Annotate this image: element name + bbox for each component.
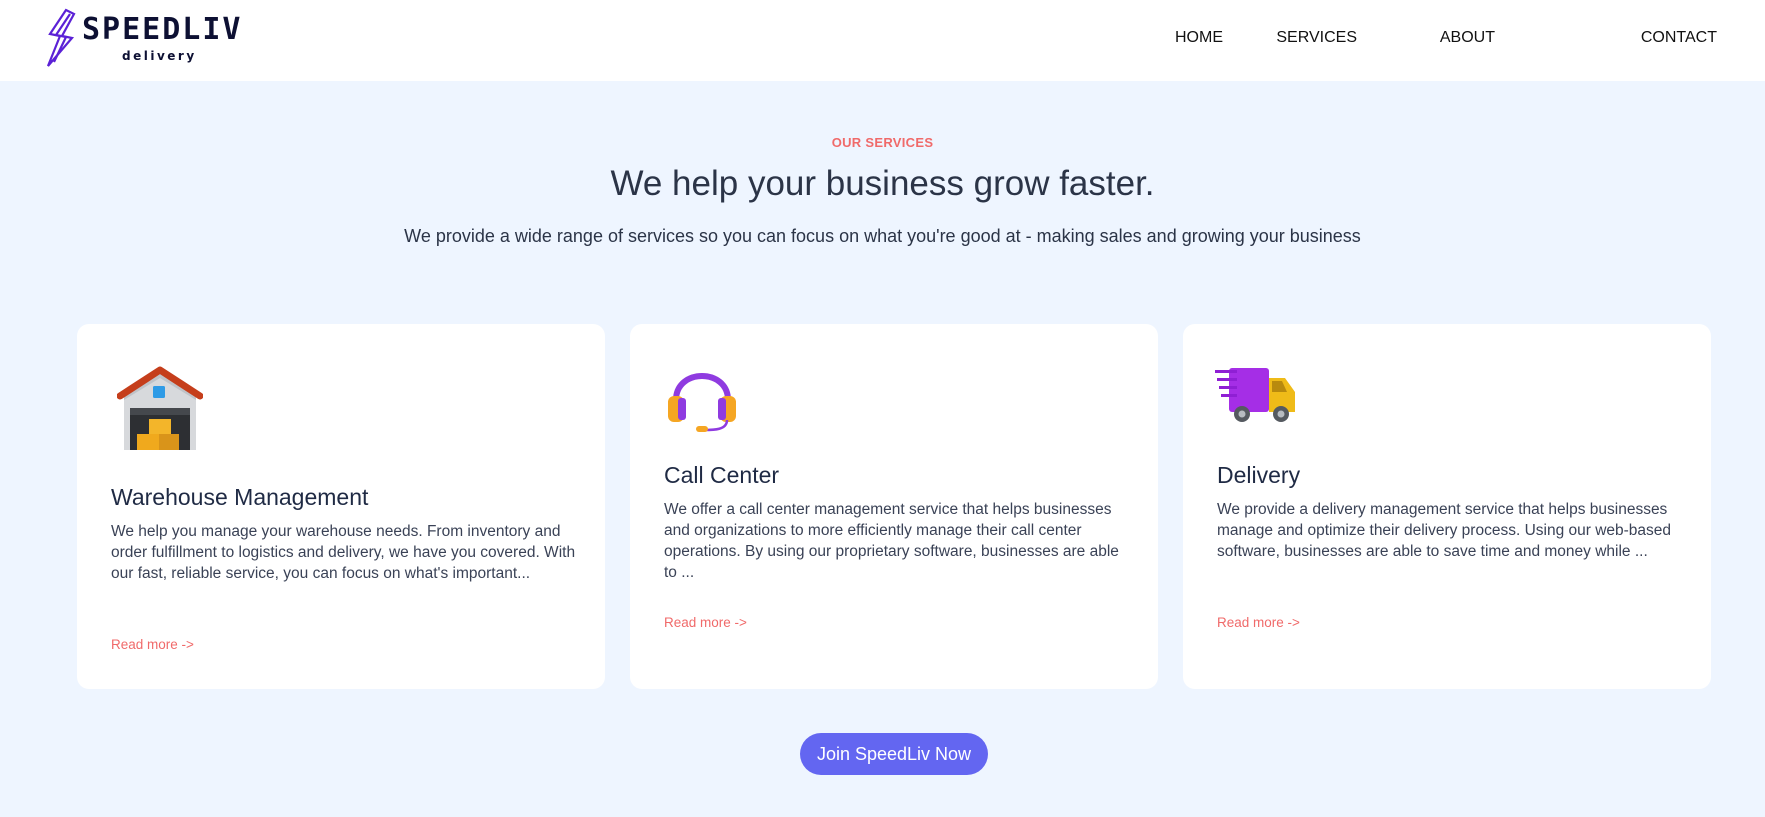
brand-name: SPEEDLIV (82, 12, 243, 47)
nav-item-about[interactable]: ABOUT (1440, 27, 1495, 49)
section-eyebrow: OUR SERVICES (831, 135, 934, 150)
brand-logo[interactable]: SPEEDLIV delivery (44, 8, 241, 68)
lightning-logo-icon (46, 8, 76, 67)
card-title: Delivery (1217, 462, 1301, 488)
service-card-warehouse: Warehouse Management We help you manage … (77, 324, 605, 689)
read-more-link[interactable]: Read more -> (664, 615, 747, 630)
service-card-delivery: Delivery We provide a delivery managemen… (1183, 324, 1711, 689)
card-description: We provide a delivery management service… (1217, 501, 1672, 560)
section-headline: We help your business grow faster. (610, 164, 1155, 203)
join-now-button[interactable]: Join SpeedLiv Now (800, 733, 988, 775)
read-more-link[interactable]: Read more -> (1217, 615, 1300, 630)
nav-item-contact[interactable]: CONTACT (1641, 27, 1717, 49)
delivery-truck-icon (1215, 368, 1295, 422)
brand-tagline: delivery (122, 49, 197, 63)
card-description: We help you manage your warehouse needs.… (111, 523, 576, 582)
section-subheadline: We provide a wide range of services so y… (404, 226, 1361, 246)
site-header: SPEEDLIV delivery HOME SERVICES ABOUT CO… (0, 0, 1765, 81)
card-title: Warehouse Management (111, 484, 369, 510)
card-description: We offer a call center management servic… (664, 501, 1119, 581)
read-more-link[interactable]: Read more -> (111, 637, 194, 652)
nav-item-home[interactable]: HOME (1175, 27, 1223, 49)
service-card-call-center: Call Center We offer a call center manag… (630, 324, 1158, 689)
warehouse-icon (117, 366, 203, 450)
headset-icon (668, 373, 736, 432)
nav-item-services[interactable]: SERVICES (1276, 27, 1357, 49)
card-title: Call Center (664, 462, 780, 488)
